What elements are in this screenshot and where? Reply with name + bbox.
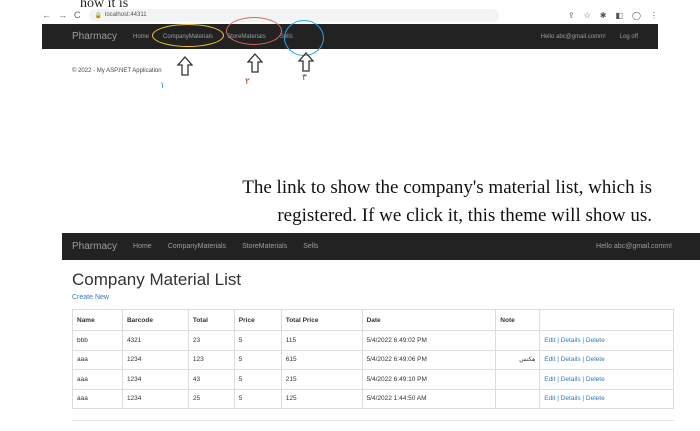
yellow-highlight-circle: [152, 24, 224, 47]
cell-total: 43: [187, 369, 235, 390]
cell-total-price: 615: [280, 349, 363, 370]
cell-barcode: 1234: [121, 369, 189, 390]
table-header-row: Name Barcode Total Price Total Price Dat…: [72, 309, 674, 331]
cell-barcode: 1234: [121, 349, 189, 370]
cell-date: 5/4/2022 6:49:02 PM: [361, 330, 497, 351]
row-action-links[interactable]: Edit | Details | Delete: [539, 388, 674, 409]
cell-barcode: 1234: [121, 388, 189, 409]
browser-toolbar: ← → C 🔒 localhost:44311 ⇪ ☆ ✱ ◧ ◯ ⋮: [42, 7, 658, 23]
column-header-actions: [539, 309, 674, 331]
page-title: Company Material List: [72, 270, 242, 289]
navbar-brand[interactable]: Pharmacy: [72, 241, 117, 252]
table-row: aaa 1234 25 5 125 5/4/2022 1:44:50 AM Ed…: [72, 388, 674, 409]
side-panel-icon[interactable]: ◧: [615, 11, 623, 20]
cell-price: 5: [233, 369, 282, 390]
reload-icon[interactable]: C: [74, 10, 81, 20]
cell-note: هكتس: [495, 349, 541, 370]
share-icon[interactable]: ⇪: [568, 11, 575, 20]
cell-total: 123: [187, 349, 235, 370]
cell-date: 5/4/2022 6:49:10 PM: [361, 369, 497, 390]
top-navbar: Pharmacy Home CompanyMaterials StoreMate…: [42, 24, 658, 49]
marker-number-3: ٣: [302, 72, 307, 82]
table-row: bbb 4321 23 5 115 5/4/2022 6:49:02 PM Ed…: [72, 330, 674, 351]
logoff-link[interactable]: Log off: [620, 34, 638, 40]
profile-avatar-icon[interactable]: ◯: [632, 11, 641, 20]
cell-price: 5: [233, 349, 282, 370]
cell-date: 5/4/2022 6:49:06 PM: [361, 349, 497, 370]
nav-link-sells[interactable]: Sells: [303, 243, 318, 250]
column-header-name: Name: [72, 309, 123, 331]
row-action-links[interactable]: Edit | Details | Delete: [539, 369, 674, 390]
column-header-note: Note: [495, 309, 541, 331]
lock-icon: 🔒: [94, 12, 102, 19]
marker-number-2: ٢: [245, 76, 250, 86]
browser-extension-icons: ⇪ ☆ ✱ ◧ ◯ ⋮: [568, 11, 658, 20]
nav-link-company-materials[interactable]: CompanyMaterials: [168, 243, 226, 250]
cell-total: 25: [187, 388, 235, 409]
table-row: aaa 1234 123 5 615 5/4/2022 6:49:06 PM ه…: [72, 349, 674, 370]
cell-name: aaa: [72, 349, 123, 370]
nav-link-home[interactable]: Home: [133, 243, 152, 250]
column-header-total: Total: [187, 309, 235, 331]
column-header-date: Date: [361, 309, 497, 331]
materials-table: Name Barcode Total Price Total Price Dat…: [72, 309, 674, 409]
row-action-links[interactable]: Edit | Details | Delete: [539, 349, 674, 370]
back-arrow-icon[interactable]: ←: [42, 10, 51, 20]
user-greeting[interactable]: Hello abc@gmail.comm!: [541, 34, 606, 40]
nav-link-store-materials[interactable]: StoreMaterials: [242, 243, 287, 250]
extensions-icon[interactable]: ✱: [600, 11, 607, 20]
cell-total: 23: [187, 330, 235, 351]
cell-price: 5: [233, 388, 282, 409]
cell-note: [495, 330, 541, 351]
bookmark-star-icon[interactable]: ☆: [584, 11, 591, 20]
cell-total-price: 125: [280, 388, 363, 409]
column-header-total-price: Total Price: [280, 309, 363, 331]
address-bar[interactable]: 🔒 localhost:44311: [88, 8, 499, 22]
cell-name: aaa: [72, 388, 123, 409]
blue-highlight-circle: [284, 20, 324, 56]
explanation-caption: The link to show the company's material …: [92, 174, 652, 230]
divider: [72, 420, 674, 421]
navbar-brand[interactable]: Pharmacy: [72, 31, 117, 42]
up-arrow-icon: [177, 56, 193, 76]
marker-number-1: ١: [160, 80, 165, 90]
red-highlight-circle: [226, 17, 282, 45]
up-arrow-icon: [247, 53, 263, 73]
browser-menu-icon[interactable]: ⋮: [650, 11, 658, 20]
cell-note: [495, 369, 541, 390]
cell-total-price: 115: [280, 330, 363, 351]
address-bar-url: localhost:44311: [104, 12, 147, 18]
browser-nav-buttons: ← → C: [42, 10, 81, 20]
column-header-barcode: Barcode: [121, 309, 189, 331]
nav-link-home[interactable]: Home: [133, 34, 149, 40]
forward-arrow-icon[interactable]: →: [58, 10, 67, 20]
up-arrow-icon: [298, 52, 314, 72]
cell-total-price: 215: [280, 369, 363, 390]
cell-note: [495, 388, 541, 409]
cell-date: 5/4/2022 1:44:50 AM: [361, 388, 497, 409]
caption-line-1: The link to show the company's material …: [242, 177, 652, 198]
caption-line-2: registered. If we click it, this theme w…: [277, 205, 652, 226]
cell-name: bbb: [72, 330, 123, 351]
create-new-link[interactable]: Create New: [72, 294, 109, 301]
column-header-price: Price: [233, 309, 282, 331]
page-footer: © 2022 - My ASP.NET Application: [72, 68, 162, 74]
cell-barcode: 4321: [121, 330, 189, 351]
cell-name: aaa: [72, 369, 123, 390]
row-action-links[interactable]: Edit | Details | Delete: [539, 330, 674, 351]
table-row: aaa 1234 43 5 215 5/4/2022 6:49:10 PM Ed…: [72, 369, 674, 390]
user-greeting[interactable]: Hello abc@gmail.comm!: [596, 243, 672, 250]
top-navbar-2: Pharmacy Home CompanyMaterials StoreMate…: [62, 233, 700, 260]
cell-price: 5: [233, 330, 282, 351]
